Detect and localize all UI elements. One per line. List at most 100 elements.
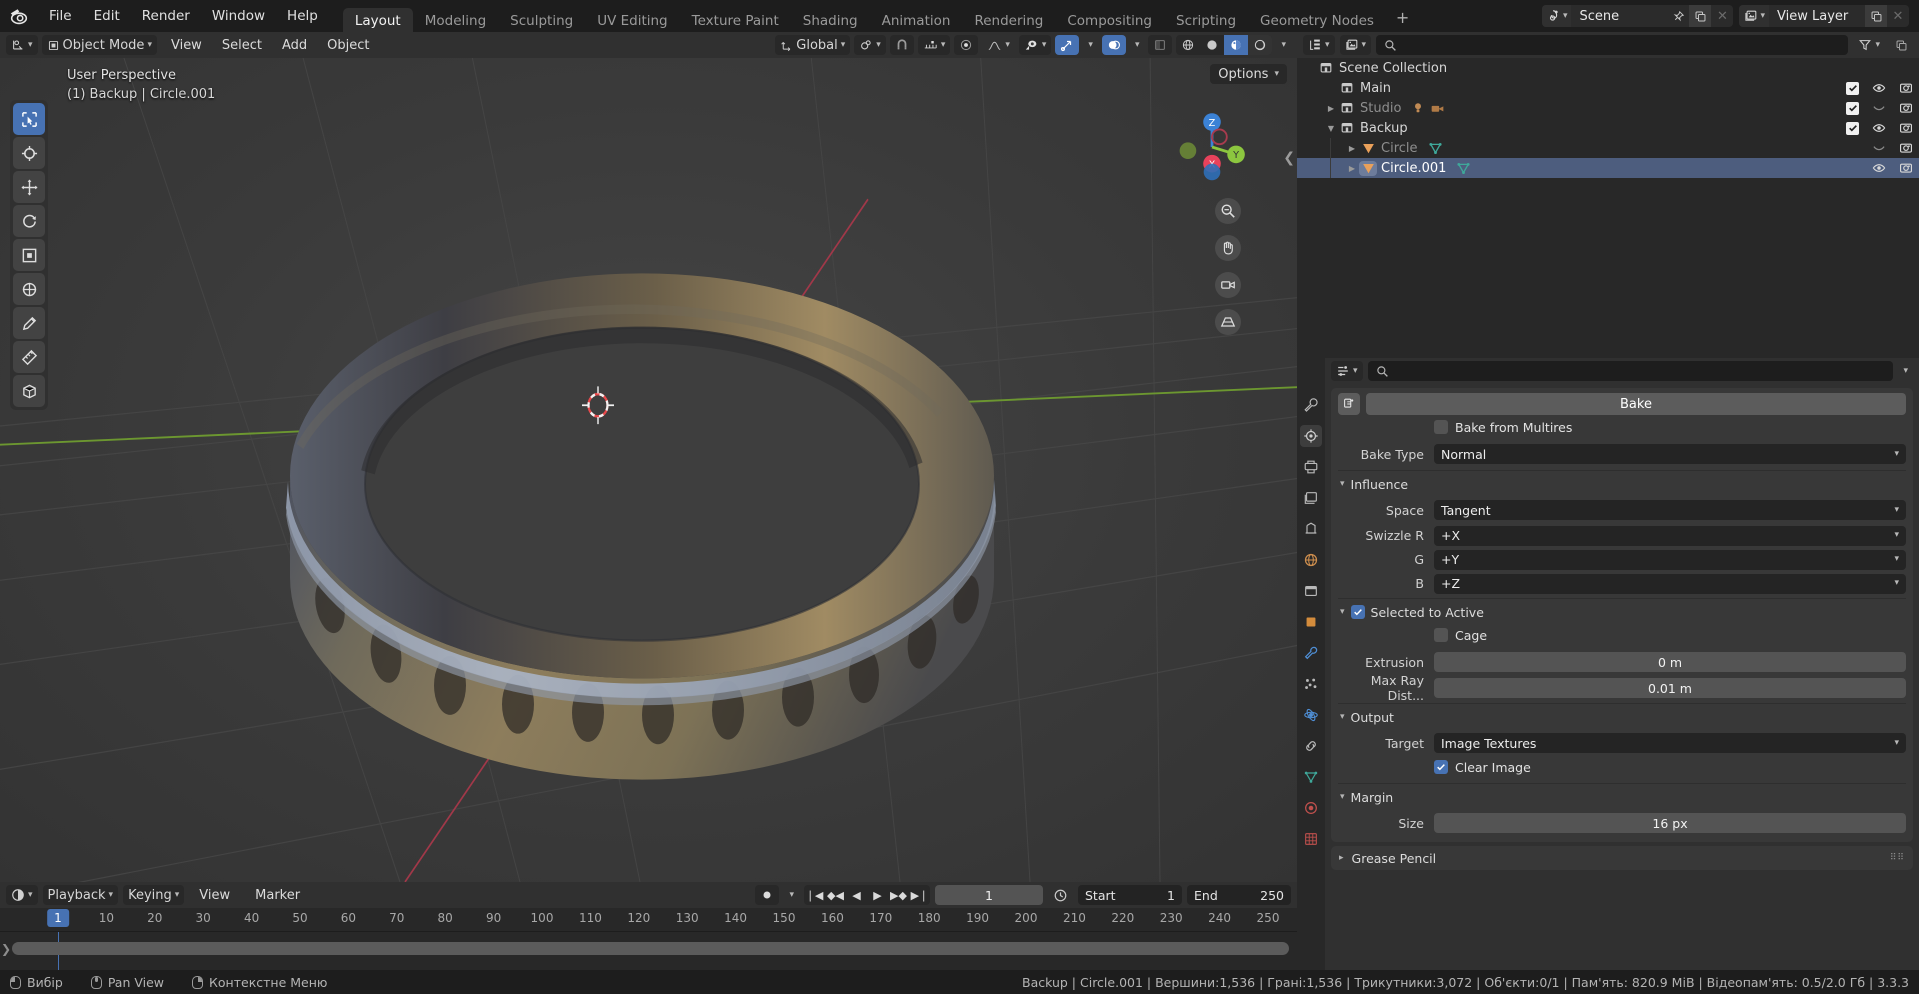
new-scene-icon[interactable]: [1689, 5, 1712, 27]
tool-transform-icon[interactable]: [13, 273, 45, 305]
overlays-options-dropdown[interactable]: ▾: [1130, 35, 1145, 55]
tool-cursor-3d-icon[interactable]: [13, 137, 45, 169]
gizmo-toggle[interactable]: [1055, 35, 1080, 55]
properties-tab-constraints[interactable]: [1300, 735, 1322, 757]
swizzle-g-dropdown[interactable]: +Y ▾: [1434, 549, 1906, 570]
play-icon[interactable]: ▶: [867, 885, 888, 905]
workspace-tab-texture-paint[interactable]: Texture Paint: [680, 8, 791, 35]
influence-section-header[interactable]: ▾ Influence: [1338, 473, 1906, 495]
blender-logo-icon[interactable]: [6, 3, 32, 29]
outliner-tree[interactable]: Scene Collection Main ▶ Studio ▼ Backup ▶ Circl…: [1297, 58, 1919, 358]
snap-target-selector[interactable]: ▾: [917, 35, 951, 55]
properties-tab-particles[interactable]: [1300, 673, 1322, 695]
timeline-keying-menu[interactable]: Keying ▾: [123, 885, 185, 905]
outliner-row-main[interactable]: Main: [1297, 78, 1919, 98]
prev-keyframe-icon[interactable]: ◆◀: [825, 885, 846, 905]
viewport-options-button[interactable]: Options ▾: [1210, 64, 1287, 84]
proportional-edit-toggle[interactable]: [954, 35, 979, 55]
menu-render[interactable]: Render: [131, 5, 201, 27]
workspace-tab-rendering[interactable]: Rendering: [962, 8, 1055, 35]
properties-tab-object-data[interactable]: [1300, 766, 1322, 788]
workspace-tab-shading[interactable]: Shading: [791, 8, 870, 35]
eye-open-icon[interactable]: [1872, 81, 1886, 95]
menu-file[interactable]: File: [38, 5, 83, 27]
viewport-menu-select[interactable]: Select: [212, 36, 272, 55]
outliner-search-input[interactable]: [1376, 35, 1849, 55]
pan-hand-icon[interactable]: [1215, 235, 1241, 261]
timeline-playback-menu[interactable]: Playback ▾: [42, 885, 119, 905]
outliner-new-collection-icon[interactable]: [1890, 35, 1913, 55]
shading-mode-group[interactable]: [1176, 35, 1273, 55]
outliner-filter-funnel-icon[interactable]: ▾: [1853, 35, 1885, 55]
scene-selector[interactable]: ▾ Scene ✕: [1541, 5, 1734, 27]
properties-tab-tool[interactable]: [1300, 394, 1322, 416]
bake-type-dropdown[interactable]: Normal ▾: [1434, 444, 1906, 464]
bake-button[interactable]: Bake: [1366, 393, 1906, 415]
keying-set-dropdown[interactable]: ▾: [784, 885, 799, 905]
viewport-menu-view[interactable]: View: [161, 36, 212, 55]
exclude-checkbox[interactable]: [1846, 101, 1859, 115]
exclude-checkbox[interactable]: [1846, 81, 1859, 95]
properties-options-dropdown[interactable]: ▾: [1898, 361, 1913, 381]
remove-view-layer-icon[interactable]: ✕: [1887, 5, 1909, 27]
editor-type-properties-icon[interactable]: ▾: [1331, 361, 1363, 381]
play-reverse-icon[interactable]: ◀: [846, 885, 867, 905]
render-visibility-icon[interactable]: [1899, 81, 1913, 95]
properties-tab-material[interactable]: [1300, 797, 1322, 819]
outliner-row-circle[interactable]: ▶ Circle: [1297, 138, 1919, 158]
frame-start-field[interactable]: Start 1: [1078, 885, 1182, 905]
timeline-body[interactable]: 1 10 20 30 40 50 60 70 80 90 100 110 120 130 140 150 160…: [0, 908, 1297, 970]
render-visibility-icon[interactable]: [1899, 161, 1913, 175]
timeline-scroll-left-icon[interactable]: ❯: [1, 942, 11, 956]
pivot-point-selector[interactable]: ▾: [854, 35, 886, 55]
disclosure-closed-icon[interactable]: ▶: [1345, 164, 1359, 173]
navigation-gizmo[interactable]: Z Y X: [1175, 110, 1249, 184]
workspace-tab-modeling[interactable]: Modeling: [413, 8, 498, 35]
outliner-row-scene-collection[interactable]: Scene Collection: [1297, 58, 1919, 78]
object-visibility-selector[interactable]: ▾: [1018, 35, 1052, 55]
eye-closed-icon[interactable]: [1872, 141, 1886, 155]
xray-toggle[interactable]: [1148, 35, 1173, 55]
margin-size-field[interactable]: 16 px: [1434, 813, 1906, 833]
workspace-tab-compositing[interactable]: Compositing: [1055, 8, 1164, 35]
unlink-scene-icon[interactable]: ✕: [1711, 5, 1733, 27]
properties-body[interactable]: Bake Bake from Multires Bake Type Normal: [1325, 384, 1919, 970]
properties-tab-world[interactable]: [1300, 549, 1322, 571]
workspace-tab-layout[interactable]: Layout: [342, 8, 413, 35]
shading-rendered-icon[interactable]: [1248, 35, 1273, 55]
overlays-toggle[interactable]: [1101, 35, 1126, 55]
outliner-display-mode-selector[interactable]: ▾: [1339, 35, 1372, 55]
collapse-sidebar-icon[interactable]: ❮: [1283, 150, 1295, 166]
workspace-tab-geometry-nodes[interactable]: Geometry Nodes: [1248, 8, 1386, 35]
auto-keying-icon[interactable]: [1048, 885, 1073, 905]
outliner-row-backup[interactable]: ▼ Backup: [1297, 118, 1919, 138]
workspace-tab-sculpting[interactable]: Sculpting: [498, 8, 585, 35]
selected-to-active-header[interactable]: ▾ Selected to Active: [1338, 601, 1906, 623]
editor-type-outliner-icon[interactable]: ▾: [1303, 35, 1335, 55]
disclosure-closed-icon[interactable]: ▶: [1345, 144, 1359, 153]
tool-tweak-select-box-icon[interactable]: [13, 103, 45, 135]
properties-tab-texture[interactable]: [1300, 828, 1322, 850]
shading-wireframe-icon[interactable]: [1176, 35, 1200, 55]
properties-tab-scene-properties[interactable]: [1300, 518, 1322, 540]
proportional-falloff-selector[interactable]: ▾: [982, 35, 1015, 55]
tool-measure-icon[interactable]: [13, 341, 45, 373]
editor-type-timeline-icon[interactable]: ▾: [6, 885, 38, 905]
cage-checkbox[interactable]: [1434, 628, 1448, 642]
clear-image-checkbox[interactable]: [1434, 760, 1448, 774]
margin-section-header[interactable]: ▾ Margin: [1338, 786, 1906, 808]
shading-options-dropdown[interactable]: ▾: [1276, 35, 1291, 55]
object-mode-selector[interactable]: Object Mode ▾: [41, 35, 157, 55]
properties-tab-modifier-wrench[interactable]: [1300, 642, 1322, 664]
space-dropdown[interactable]: Tangent ▾: [1434, 500, 1906, 520]
workspace-tab-animation[interactable]: Animation: [870, 8, 963, 35]
toggle-perspective-icon[interactable]: [1215, 309, 1241, 335]
menu-help[interactable]: Help: [276, 5, 329, 27]
eye-open-icon[interactable]: [1872, 121, 1886, 135]
swizzle-b-dropdown[interactable]: +Z ▾: [1434, 573, 1906, 594]
workspace-tab-uv-editing[interactable]: UV Editing: [585, 8, 679, 35]
new-view-layer-icon[interactable]: [1865, 5, 1887, 27]
disclosure-closed-icon[interactable]: ▶: [1324, 104, 1338, 113]
eye-open-icon[interactable]: [1872, 161, 1886, 175]
viewport-menu-add[interactable]: Add: [272, 36, 317, 55]
